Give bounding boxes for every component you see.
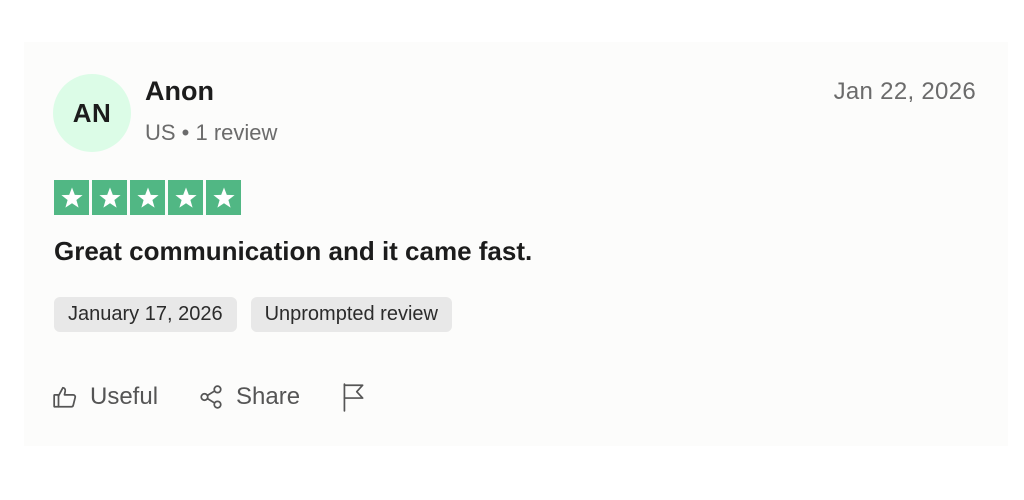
star-rating: [54, 180, 241, 215]
flag-icon: [340, 382, 366, 412]
useful-label: Useful: [90, 383, 159, 410]
avatar[interactable]: AN: [53, 74, 131, 152]
report-button[interactable]: [340, 382, 366, 412]
share-button[interactable]: Share: [198, 383, 300, 411]
star-icon: [130, 180, 165, 215]
star-icon: [206, 180, 241, 215]
review-date: Jan 22, 2026: [833, 78, 976, 105]
reviewer-meta: US • 1 review: [145, 120, 278, 145]
share-icon: [198, 384, 224, 410]
star-icon: [92, 180, 127, 215]
unprompted-review-tag[interactable]: Unprompted review: [250, 297, 452, 332]
thumbs-up-icon: [52, 384, 78, 410]
star-icon: [54, 180, 89, 215]
review-card: AN Anon US • 1 review Jan 22, 2026 Great…: [24, 42, 1008, 446]
star-icon: [168, 180, 203, 215]
review-actions: Useful Share: [52, 382, 366, 412]
share-label: Share: [236, 383, 301, 410]
review-tags: January 17, 2026 Unprompted review: [54, 297, 452, 332]
useful-button[interactable]: Useful: [52, 383, 158, 411]
experience-date-tag: January 17, 2026: [54, 297, 237, 332]
review-text: Great communication and it came fast.: [54, 236, 533, 266]
reviewer-name[interactable]: Anon: [145, 76, 214, 107]
